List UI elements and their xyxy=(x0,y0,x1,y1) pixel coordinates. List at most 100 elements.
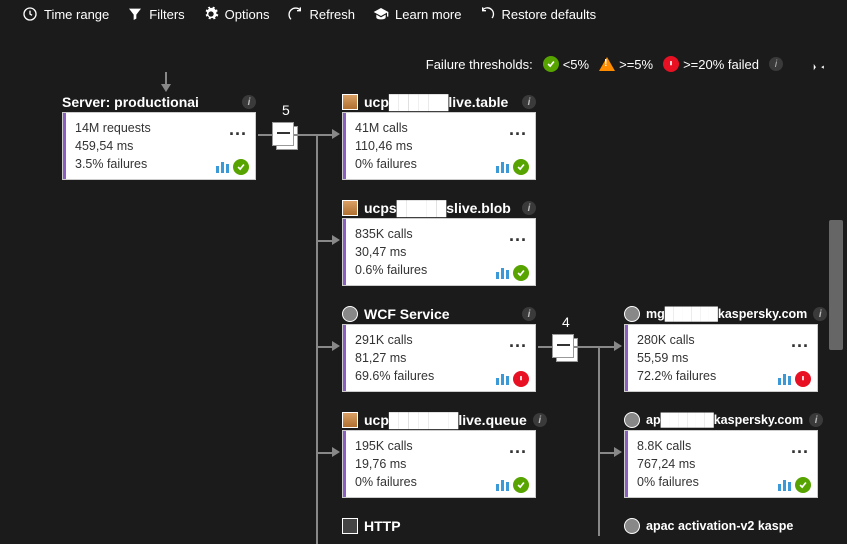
node-body[interactable]: ... 835K calls 30,47 ms 0.6% failures xyxy=(342,218,536,286)
map-canvas[interactable]: 5 4 Server: productionai i ... 14M reque… xyxy=(0,80,847,535)
check-circle-icon xyxy=(513,477,529,493)
warning-triangle-icon xyxy=(599,57,615,71)
graduation-cap-icon xyxy=(373,6,389,22)
info-icon[interactable]: i xyxy=(809,413,823,427)
http-icon xyxy=(342,518,358,534)
filters-button[interactable]: Filters xyxy=(127,6,184,22)
node-server[interactable]: Server: productionai i ... 14M requests … xyxy=(62,94,256,180)
node-body[interactable]: ... 280K calls 55,59 ms 72.2% failures xyxy=(624,324,818,392)
check-circle-icon xyxy=(513,265,529,281)
pin-button[interactable] xyxy=(809,56,827,79)
restore-icon xyxy=(480,6,496,22)
node-blob[interactable]: ucps█████slive.blob i ... 835K calls 30,… xyxy=(342,200,536,286)
stat-latency: 767,24 ms xyxy=(637,455,807,473)
node-body[interactable]: ... 195K calls 19,76 ms 0% failures xyxy=(342,430,536,498)
node-menu-button[interactable]: ... xyxy=(229,119,247,140)
info-icon[interactable]: i xyxy=(533,413,547,427)
options-button[interactable]: Options xyxy=(203,6,270,22)
node-http[interactable]: HTTP xyxy=(342,518,401,536)
node-api[interactable]: ap██████kaspersky.com i ... 8.8K calls 7… xyxy=(624,412,823,498)
blob-icon xyxy=(342,200,358,216)
arrow-icon xyxy=(332,341,340,351)
filters-label: Filters xyxy=(149,7,184,22)
node-menu-button[interactable]: ... xyxy=(509,225,527,246)
service-icon xyxy=(624,306,640,322)
stat-latency: 19,76 ms xyxy=(355,455,525,473)
stat-calls: 291K calls xyxy=(355,331,525,349)
time-range-label: Time range xyxy=(44,7,109,22)
info-icon[interactable]: i xyxy=(769,57,783,71)
time-range-button[interactable]: Time range xyxy=(22,6,109,22)
arrow-icon xyxy=(332,447,340,457)
bars-icon xyxy=(496,480,509,491)
node-menu-button[interactable]: ... xyxy=(791,331,809,352)
node-body[interactable]: ... 41M calls 110,46 ms 0% failures xyxy=(342,112,536,180)
node-title: Server: productionai xyxy=(62,94,199,110)
table-icon xyxy=(342,94,358,110)
stat-calls: 280K calls xyxy=(637,331,807,349)
bars-icon xyxy=(496,374,509,385)
node-menu-button[interactable]: ... xyxy=(509,437,527,458)
edge-count-box[interactable] xyxy=(272,122,294,146)
stat-requests: 14M requests xyxy=(75,119,245,137)
edge-line xyxy=(258,134,336,136)
clock-icon xyxy=(22,6,38,22)
node-table[interactable]: ucp██████live.table i ... 41M calls 110,… xyxy=(342,94,536,180)
node-menu-button[interactable]: ... xyxy=(509,331,527,352)
arrow-icon xyxy=(614,341,622,351)
check-circle-icon xyxy=(543,56,559,72)
restore-defaults-button[interactable]: Restore defaults xyxy=(480,6,597,22)
node-title: WCF Service xyxy=(364,306,450,322)
gear-icon xyxy=(203,6,219,22)
node-title: ucp██████live.table xyxy=(364,94,508,110)
stat-calls: 195K calls xyxy=(355,437,525,455)
info-icon[interactable]: i xyxy=(522,95,536,109)
info-icon[interactable]: i xyxy=(522,201,536,215)
node-apac[interactable]: apac activation-v2 kaspe xyxy=(624,518,793,536)
refresh-button[interactable]: Refresh xyxy=(287,6,355,22)
entry-arrow-icon xyxy=(156,72,176,96)
error-circle-icon xyxy=(795,371,811,387)
stat-latency: 110,46 ms xyxy=(355,137,525,155)
options-label: Options xyxy=(225,7,270,22)
info-icon[interactable]: i xyxy=(242,95,256,109)
service-icon xyxy=(342,306,358,322)
node-body[interactable]: ... 8.8K calls 767,24 ms 0% failures xyxy=(624,430,818,498)
stat-latency: 459,54 ms xyxy=(75,137,245,155)
threshold-green-label: <5% xyxy=(563,57,589,72)
restore-defaults-label: Restore defaults xyxy=(502,7,597,22)
bars-icon xyxy=(496,268,509,279)
error-circle-icon xyxy=(663,56,679,72)
node-wcf[interactable]: WCF Service i ... 291K calls 81,27 ms 69… xyxy=(342,306,536,392)
node-body[interactable]: ... 291K calls 81,27 ms 69.6% failures xyxy=(342,324,536,392)
arrow-icon xyxy=(332,129,340,139)
info-icon[interactable]: i xyxy=(813,307,827,321)
edge-count-box[interactable] xyxy=(552,334,574,358)
node-title: ucp███████live.queue xyxy=(364,412,527,428)
stat-latency: 81,27 ms xyxy=(355,349,525,367)
arrow-icon xyxy=(332,235,340,245)
check-circle-icon xyxy=(795,477,811,493)
bars-icon xyxy=(778,374,791,385)
threshold-red-label: >=20% failed xyxy=(683,57,759,72)
node-title: HTTP xyxy=(364,518,401,534)
node-title: mg██████kaspersky.com xyxy=(646,307,807,321)
check-circle-icon xyxy=(233,159,249,175)
node-menu-button[interactable]: ... xyxy=(791,437,809,458)
vertical-scrollbar[interactable] xyxy=(829,220,843,350)
bars-icon xyxy=(496,162,509,173)
stat-calls: 835K calls xyxy=(355,225,525,243)
node-menu-button[interactable]: ... xyxy=(509,119,527,140)
learn-more-button[interactable]: Learn more xyxy=(373,6,461,22)
bars-icon xyxy=(216,162,229,173)
info-icon[interactable]: i xyxy=(522,307,536,321)
node-title: ap██████kaspersky.com xyxy=(646,413,803,427)
edge-line xyxy=(538,346,618,348)
node-mgmt[interactable]: mg██████kaspersky.com i ... 280K calls 5… xyxy=(624,306,827,392)
edge-line xyxy=(598,346,600,536)
edge-count: 5 xyxy=(282,102,290,118)
threshold-orange: >=5% xyxy=(599,57,653,72)
node-queue[interactable]: ucp███████live.queue i ... 195K calls 19… xyxy=(342,412,547,498)
node-body[interactable]: ... 14M requests 459,54 ms 3.5% failures xyxy=(62,112,256,180)
threshold-orange-label: >=5% xyxy=(619,57,653,72)
